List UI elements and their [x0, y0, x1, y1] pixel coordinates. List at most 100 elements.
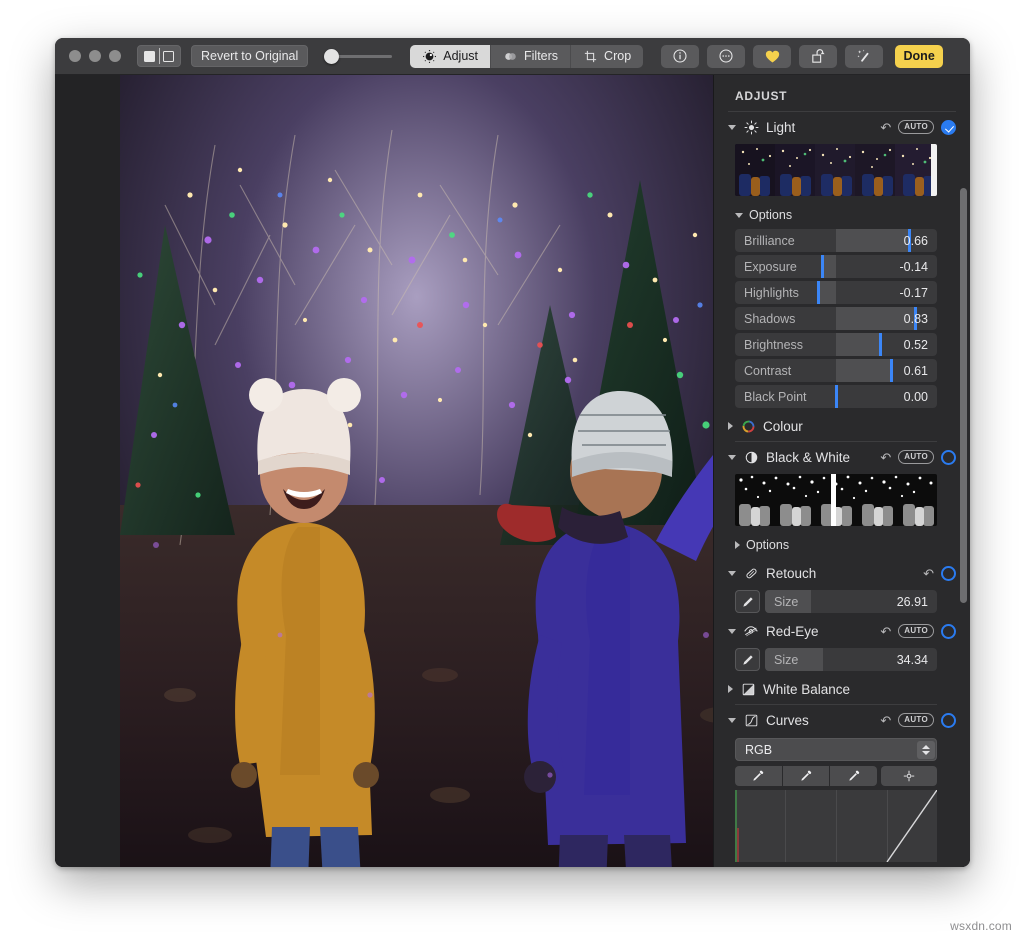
black-white-options-header[interactable]: Options — [728, 532, 956, 558]
slider-fill — [836, 229, 909, 252]
section-white-balance-label: White Balance — [763, 682, 956, 697]
section-light-label: Light — [766, 120, 873, 135]
info-button[interactable] — [661, 45, 699, 68]
tab-crop[interactable]: Crop — [571, 45, 643, 68]
slider-thumb[interactable] — [821, 255, 824, 278]
red-eye-brush-button[interactable] — [735, 648, 760, 671]
add-curve-point-icon — [902, 769, 916, 783]
retouch-enable-toggle[interactable] — [941, 566, 956, 581]
minimize-button[interactable] — [89, 50, 101, 62]
slider-thumb[interactable] — [817, 281, 820, 304]
slider-shadows[interactable]: Shadows 0.83 — [735, 307, 937, 330]
light-sliders: Brilliance 0.66 Exposure -0.14 H — [728, 229, 956, 408]
inspector-title: ADJUST — [714, 75, 970, 111]
eyedropper-icon — [799, 769, 813, 783]
slider-brightness[interactable]: Brightness 0.52 — [735, 333, 937, 356]
undo-arrow-icon[interactable]: ↶ — [880, 714, 891, 727]
more-options-button[interactable] — [707, 45, 745, 68]
curves-auto-button[interactable]: AUTO — [898, 713, 934, 727]
undo-arrow-icon[interactable]: ↶ — [880, 625, 891, 638]
light-filmstrip[interactable] — [735, 144, 937, 196]
black-white-auto-button[interactable]: AUTO — [898, 450, 934, 464]
slider-thumb[interactable] — [835, 385, 838, 408]
disclosure-triangle-icon[interactable] — [728, 685, 733, 693]
black-point-eyedropper[interactable] — [735, 766, 782, 786]
black-white-enable-toggle[interactable] — [941, 450, 956, 465]
light-options-header[interactable]: Options — [728, 202, 956, 228]
slider-value: -0.14 — [900, 260, 938, 274]
eyedropper-group — [735, 766, 877, 786]
zoom-button[interactable] — [109, 50, 121, 62]
white-point-eyedropper[interactable] — [830, 766, 877, 786]
disclosure-triangle-icon[interactable] — [728, 125, 736, 130]
section-light-header[interactable]: Light ↶ AUTO — [728, 112, 956, 142]
disclosure-triangle-icon[interactable] — [728, 422, 733, 430]
compare-toggle-button[interactable] — [137, 45, 181, 67]
white-balance-icon — [740, 681, 756, 697]
undo-arrow-icon[interactable]: ↶ — [923, 567, 934, 580]
edited-photo[interactable] — [120, 75, 713, 867]
red-eye-auto-button[interactable]: AUTO — [898, 624, 934, 638]
done-button[interactable]: Done — [895, 45, 943, 68]
section-white-balance-header[interactable]: White Balance — [728, 674, 956, 704]
eye-slash-icon — [743, 623, 759, 639]
window-toolbar: Revert to Original — [55, 38, 970, 75]
add-curve-point-button[interactable] — [881, 766, 937, 786]
slider-contrast[interactable]: Contrast 0.61 — [735, 359, 937, 382]
half-circle-icon — [743, 449, 759, 465]
section-black-white-header[interactable]: Black & White ↶ AUTO — [728, 442, 956, 472]
section-curves-header[interactable]: Curves ↶ AUTO — [728, 705, 956, 735]
red-eye-enable-toggle[interactable] — [941, 624, 956, 639]
revert-to-original-button[interactable]: Revert to Original — [191, 45, 308, 67]
light-auto-button[interactable]: AUTO — [898, 120, 934, 134]
ellipsis-circle-icon — [718, 48, 734, 64]
slider-value: 0.66 — [904, 234, 937, 248]
close-button[interactable] — [69, 50, 81, 62]
slider-retouch-size[interactable]: Size 26.91 — [765, 590, 937, 613]
black-white-filmstrip[interactable] — [735, 474, 937, 526]
section-red-eye-header[interactable]: Red-Eye ↶ AUTO — [728, 616, 956, 646]
section-retouch-header[interactable]: Retouch ↶ — [728, 558, 956, 588]
tab-crop-label: Crop — [604, 49, 631, 63]
disclosure-triangle-icon[interactable] — [728, 455, 736, 460]
curves-channel-select[interactable]: RGB — [735, 738, 937, 761]
chevron-updown-icon[interactable] — [917, 741, 935, 759]
grey-point-eyedropper[interactable] — [783, 766, 830, 786]
disclosure-triangle-icon[interactable] — [735, 213, 743, 218]
section-colour-header[interactable]: Colour — [728, 411, 956, 441]
slider-thumb[interactable] — [879, 333, 882, 356]
curve-line[interactable] — [735, 790, 937, 862]
filters-circles-icon — [503, 49, 518, 64]
retouch-brush-button[interactable] — [735, 590, 760, 613]
disclosure-triangle-icon[interactable] — [728, 629, 736, 634]
favorite-button[interactable] — [753, 45, 791, 68]
disclosure-triangle-icon[interactable] — [735, 541, 740, 549]
undo-arrow-icon[interactable]: ↶ — [880, 121, 891, 134]
rotate-button[interactable] — [799, 45, 837, 68]
slider-value: 0.83 — [904, 312, 937, 326]
slider-red-eye-size[interactable]: Size 34.34 — [765, 648, 937, 671]
tab-filters[interactable]: Filters — [491, 45, 571, 68]
undo-arrow-icon[interactable]: ↶ — [880, 451, 891, 464]
slider-value: 0.00 — [904, 390, 937, 404]
crop-frame-icon — [583, 49, 598, 64]
photo-canvas[interactable] — [55, 75, 713, 867]
slider-highlights[interactable]: Highlights -0.17 — [735, 281, 937, 304]
light-enable-toggle[interactable] — [941, 120, 956, 135]
slider-exposure[interactable]: Exposure -0.14 — [735, 255, 937, 278]
zoom-slider-knob[interactable] — [324, 49, 339, 64]
slider-black-point[interactable]: Black Point 0.00 — [735, 385, 937, 408]
curves-graph[interactable] — [735, 790, 937, 862]
enhance-button[interactable] — [845, 45, 883, 68]
slider-brilliance[interactable]: Brilliance 0.66 — [735, 229, 937, 252]
curves-enable-toggle[interactable] — [941, 713, 956, 728]
scrollbar-thumb[interactable] — [960, 188, 967, 603]
zoom-slider[interactable] — [324, 45, 392, 67]
disclosure-triangle-icon[interactable] — [728, 718, 736, 723]
slider-value: -0.17 — [900, 286, 938, 300]
disclosure-triangle-icon[interactable] — [728, 571, 736, 576]
inspector-scrollbar[interactable] — [960, 123, 967, 849]
tab-adjust[interactable]: Adjust — [410, 45, 491, 68]
retouch-brush-row: Size 26.91 — [735, 590, 956, 613]
slider-thumb[interactable] — [890, 359, 893, 382]
